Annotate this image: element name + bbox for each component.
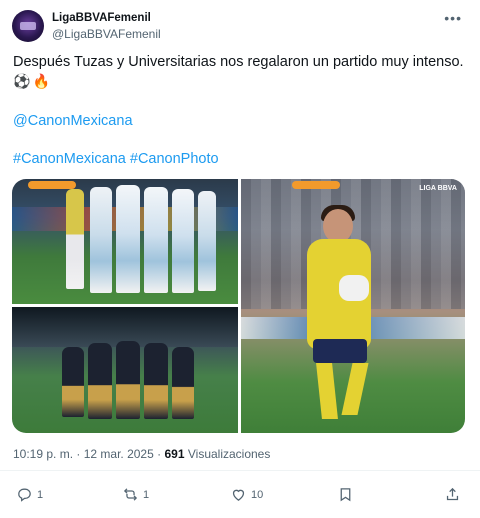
player-figure: [116, 341, 140, 419]
media-grid: LIGA BBVA: [12, 179, 465, 433]
goalkeeper-ball: [339, 275, 369, 301]
goalkeeper-shorts: [313, 339, 367, 363]
hashtag-link[interactable]: #CanonMexicana: [13, 151, 126, 167]
photo-goalkeeper[interactable]: LIGA BBVA: [241, 179, 465, 433]
goalkeeper-leg: [316, 363, 338, 419]
tweet-time[interactable]: 10:19 p. m.: [13, 447, 73, 461]
avatar[interactable]: [12, 10, 44, 42]
divider: [0, 470, 480, 471]
tweet-emojis: ⚽️ 🔥: [13, 73, 52, 90]
views-label: Visualizaciones: [187, 447, 271, 461]
tweet-text: Después Tuzas y Universitarias nos regal…: [13, 54, 464, 70]
player-figure: [198, 191, 216, 291]
player-figure: [144, 343, 168, 419]
player-figure: [90, 187, 112, 293]
repost-icon: [123, 488, 138, 501]
player-figure: [66, 189, 84, 289]
more-options-icon[interactable]: •••: [444, 10, 462, 26]
player-figure: [116, 185, 140, 293]
liga-watermark: LIGA BBVA: [419, 185, 457, 192]
views-count: 691: [164, 447, 185, 461]
goalkeeper-head: [323, 209, 353, 243]
player-figure: [172, 347, 194, 419]
player-figure: [62, 347, 84, 417]
fire-emoji: 🔥: [32, 73, 50, 89]
author-handle[interactable]: @LigaBBVAFemenil: [52, 27, 161, 41]
avatar-logo: [20, 22, 36, 30]
tweet-date[interactable]: 12 mar. 2025: [84, 447, 154, 461]
tweet-meta: 10:19 p. m. · 12 mar. 2025 · 691 Visuali…: [13, 447, 270, 461]
hashtags: #CanonMexicana #CanonPhoto: [13, 151, 219, 167]
reply-button[interactable]: 1: [16, 486, 43, 503]
share-button[interactable]: [444, 486, 461, 503]
bookmark-button[interactable]: [337, 486, 354, 503]
tweet-header: LigaBBVAFemenil @LigaBBVAFemenil •••: [12, 8, 468, 48]
player-figure: [172, 189, 194, 293]
like-count: 10: [251, 488, 264, 501]
orange-accent: [292, 181, 340, 189]
player-figure: [88, 343, 112, 419]
repost-button[interactable]: 1: [122, 486, 149, 503]
like-button[interactable]: 10: [230, 486, 263, 503]
soccer-ball-emoji: ⚽️: [13, 73, 31, 89]
photo-team-huddle-dark[interactable]: [12, 307, 238, 433]
bookmark-icon: [340, 488, 351, 502]
hashtag-link[interactable]: #CanonPhoto: [130, 151, 219, 167]
repost-count: 1: [143, 488, 150, 501]
orange-accent: [28, 181, 76, 189]
action-bar: 1 1 10: [0, 482, 480, 510]
mention-link[interactable]: @CanonMexicana: [13, 113, 133, 129]
reply-count: 1: [37, 488, 44, 501]
photo-team-huddle-white[interactable]: [12, 179, 238, 304]
goalkeeper-leg: [341, 363, 369, 415]
share-icon: [446, 487, 459, 501]
meta-separator: ·: [76, 447, 81, 461]
meta-separator: ·: [157, 447, 162, 461]
reply-icon: [18, 488, 31, 502]
heart-icon: [232, 489, 245, 501]
player-figure: [144, 187, 168, 293]
author-display-name[interactable]: LigaBBVAFemenil: [52, 12, 151, 24]
